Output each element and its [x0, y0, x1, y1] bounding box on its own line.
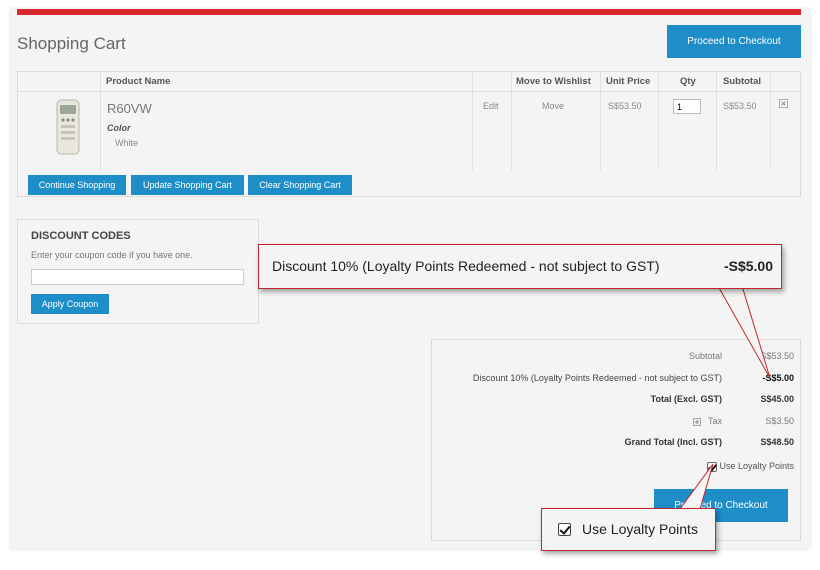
loyalty-points-checkbox[interactable]: [706, 461, 717, 472]
total-excl-gst-label: Total (Excl. GST): [650, 394, 722, 404]
page-title: Shopping Cart: [17, 34, 126, 53]
continue-shopping-button[interactable]: Continue Shopping: [28, 175, 126, 195]
product-option-value: White: [115, 138, 139, 148]
loyalty-callout: Use Loyalty Points: [541, 508, 716, 551]
unit-price: S$53.50: [608, 101, 642, 111]
discount-codes-panel: DISCOUNT CODES Enter your coupon code if…: [17, 219, 259, 324]
grand-total-value: S$48.50: [760, 437, 794, 447]
product-name-link[interactable]: R60VW: [107, 101, 152, 116]
discount-callout-label: Discount 10% (Loyalty Points Redeemed - …: [272, 258, 660, 274]
update-cart-button[interactable]: Update Shopping Cart: [131, 175, 244, 195]
product-option-label: Color: [107, 123, 131, 133]
discount-callout: Discount 10% (Loyalty Points Redeemed - …: [258, 244, 782, 289]
header-subtotal: Subtotal: [723, 76, 761, 87]
proceed-to-checkout-button-top[interactable]: Proceed to Checkout: [667, 25, 801, 58]
loyalty-points-label: Use Loyalty Points: [719, 461, 794, 471]
total-excl-gst-value: S$45.00: [760, 394, 794, 404]
discount-codes-title: DISCOUNT CODES: [31, 230, 131, 242]
apply-coupon-button[interactable]: Apply Coupon: [31, 294, 109, 314]
quantity-input[interactable]: [673, 99, 701, 114]
header-unit-price: Unit Price: [606, 76, 651, 87]
header-product-name: Product Name: [106, 76, 171, 87]
use-loyalty-points-option[interactable]: Use Loyalty Points: [706, 461, 794, 472]
brand-accent-bar: [17, 9, 801, 15]
coupon-code-input[interactable]: [31, 269, 244, 285]
clear-cart-button[interactable]: Clear Shopping Cart: [248, 175, 352, 195]
cart-table: Product Name Move to Wishlist Unit Price…: [17, 71, 801, 197]
checkbox-checked-icon: [558, 523, 571, 536]
subtotal-label: Subtotal: [688, 351, 722, 361]
remove-item-button[interactable]: [779, 99, 788, 110]
discount-codes-instruction: Enter your coupon code if you have one.: [31, 250, 193, 260]
product-thumbnail[interactable]: [48, 98, 88, 156]
row-subtotal: S$53.50: [723, 101, 757, 111]
tax-value: S$3.50: [765, 416, 794, 426]
discount-label: Discount 10% (Loyalty Points Redeemed - …: [472, 373, 722, 383]
close-icon: [779, 99, 788, 108]
loyalty-callout-label: Use Loyalty Points: [582, 521, 698, 537]
tax-label: Tax: [707, 416, 722, 426]
expand-icon[interactable]: [692, 417, 701, 426]
discount-callout-value: -S$5.00: [723, 258, 773, 274]
move-to-wishlist-link[interactable]: Move: [542, 101, 564, 111]
discount-value: -S$5.00: [762, 373, 794, 383]
header-move-to-wishlist: Move to Wishlist: [516, 76, 591, 87]
header-qty: Qty: [680, 76, 696, 87]
subtotal-value: S$53.50: [760, 351, 794, 361]
edit-item-link[interactable]: Edit: [483, 101, 499, 111]
grand-total-label: Grand Total (Incl. GST): [624, 437, 722, 447]
tax-row-label: Tax: [692, 416, 722, 426]
